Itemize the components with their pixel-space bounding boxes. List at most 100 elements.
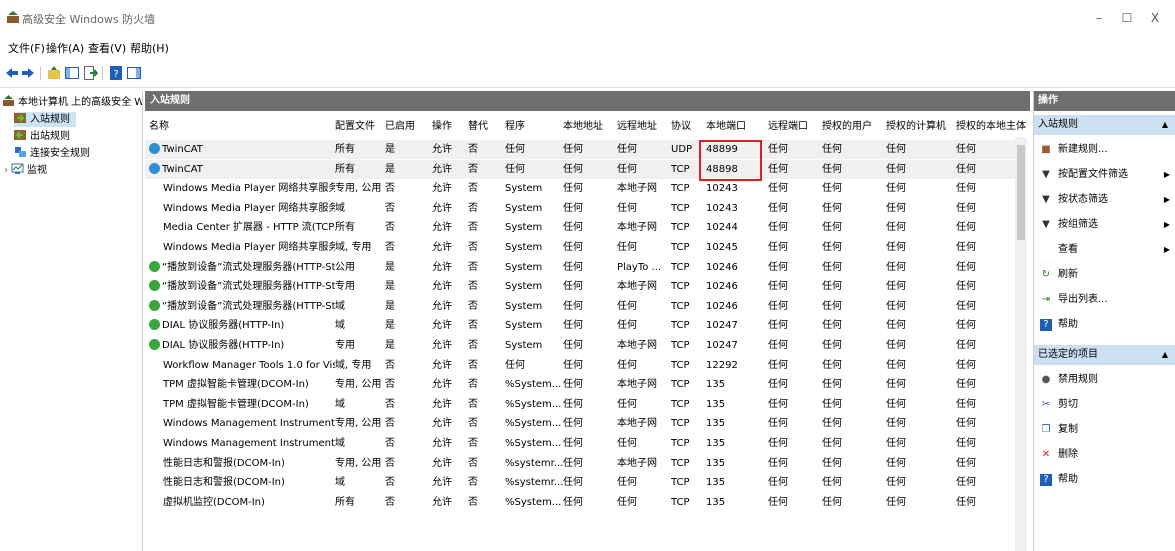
cell-computers: 任何	[886, 375, 906, 394]
cell-text: 任何	[617, 202, 637, 214]
col-local-port-header[interactable]: 本地端口	[706, 117, 746, 137]
tree-item-monitoring[interactable]: › 监视	[4, 163, 47, 178]
close-button[interactable]: X	[1140, 8, 1170, 28]
back-icon[interactable]	[4, 65, 20, 81]
actions-section-selected[interactable]: 已选定的项目 ▲	[1034, 345, 1175, 365]
col-local-address-header[interactable]: 本地地址	[563, 117, 603, 137]
col-program-header[interactable]: 程序	[505, 117, 525, 137]
cell-text: 任何	[822, 300, 842, 312]
table-row[interactable]: Windows Media Player 网络共享服务(... 域, 专用 否 允许 否…	[145, 238, 1020, 257]
expand-chevron-icon[interactable]: ›	[4, 165, 8, 176]
menu-help[interactable]: 帮助(H)	[130, 40, 169, 56]
forward-icon[interactable]	[20, 65, 36, 81]
action-item[interactable]: ▼ 按状态筛选 ▶	[1034, 190, 1175, 210]
export-list-icon[interactable]	[82, 65, 98, 81]
table-row[interactable]: DIAL 协议服务器(HTTP-In) 域 是 允许 否 System 任何 任何 TCP 102…	[145, 316, 1020, 335]
table-row[interactable]: “播放到设备”流式处理服务器(HTTP-Stre...公用 是 允许 否 System 任…	[145, 258, 1020, 277]
help-icon[interactable]: ?	[108, 65, 124, 81]
table-row[interactable]: “播放到设备”流式处理服务器(HTTP-Stre...专用 是 允许 否 System 任…	[145, 277, 1020, 296]
table-row[interactable]: TPM 虚拟智能卡管理(DCOM-In) 域否允许否 %System... 任何 任何 T…	[145, 395, 1020, 414]
action-item[interactable]: ✕ 删除	[1034, 445, 1175, 465]
cell-text: TCP	[671, 222, 690, 234]
table-row[interactable]: Windows Media Player 网络共享服务(... 域 否 允许 否 Syst…	[145, 199, 1020, 218]
cell-local: 任何	[563, 179, 583, 198]
table-row[interactable]: DIAL 协议服务器(HTTP-In) 专用 是 允许 否 System 任何 本地子网 TCP…	[145, 336, 1020, 355]
action-item[interactable]: ✂ 剪切	[1034, 395, 1175, 415]
col-profile-header[interactable]: 配置文件	[335, 117, 375, 137]
action-item[interactable]: 查看 ▶	[1034, 240, 1175, 260]
table-row[interactable]: TwinCAT 所有是允许否任何 任何 任何 UDP 48899 任何 任何 任何 任何	[145, 140, 1020, 159]
table-row[interactable]: Windows Media Player 网络共享服务(... 专用, 公用否允许…	[145, 179, 1020, 198]
col-protocol-header[interactable]: 协议	[671, 117, 691, 137]
tree-item-inbound-rules[interactable]: 入站规则	[14, 112, 76, 127]
tree-root[interactable]: 本地计算机 上的高级安全 Windows	[2, 95, 142, 110]
table-row[interactable]: 性能日志和警报(DCOM-In) 专用, 公用否允许否 %systemr... 任何本…	[145, 454, 1020, 473]
cell-remote: 任何	[617, 493, 637, 512]
actions-section-inbound[interactable]: 入站规则 ▲	[1034, 115, 1175, 135]
action-item[interactable]: ● 禁用规则	[1034, 370, 1175, 390]
cell-protocol: TCP	[671, 258, 690, 277]
action-item[interactable]: ▼ 按组筛选 ▶	[1034, 215, 1175, 235]
cell-principal: 任何	[956, 473, 976, 492]
col-remote-address-header[interactable]: 远程地址	[617, 117, 657, 137]
cell-remote: 任何	[617, 160, 637, 179]
up-folder-icon[interactable]	[46, 65, 62, 81]
action-item[interactable]: ↻ 刷新	[1034, 265, 1175, 285]
col-authorized-computers-header[interactable]: 授权的计算机	[886, 117, 946, 137]
col-enabled-header[interactable]: 已启用	[385, 117, 415, 137]
col-override-header[interactable]: 替代	[468, 117, 488, 137]
cell-text: 专用, 公用	[335, 457, 382, 469]
col-name-header[interactable]: 名称	[149, 117, 169, 137]
col-authorized-users-header[interactable]: 授权的用户	[822, 117, 872, 137]
tree-item-label: 监视	[27, 165, 47, 176]
action-item[interactable]: ⇥ 导出列表...	[1034, 290, 1175, 310]
maximize-button[interactable]: ☐	[1112, 8, 1142, 28]
cell-name: 性能日志和警报(DCOM-In)	[149, 454, 335, 473]
scrollbar-thumb[interactable]	[1017, 145, 1025, 240]
action-item[interactable]: ■ 新建规则...	[1034, 140, 1175, 160]
cell-text: System	[505, 202, 543, 214]
table-row[interactable]: 性能日志和警报(DCOM-In) 域否允许否 %systemr... 任何 任何 TCP 1…	[145, 473, 1020, 492]
cell-text: 任何	[822, 202, 842, 214]
menu-view[interactable]: 查看(V)	[88, 40, 126, 56]
cell-text: 本地子网	[617, 379, 657, 391]
cell-profile: 域	[335, 434, 345, 453]
cell-text: 否	[385, 438, 395, 449]
cell-text: 任何	[886, 320, 906, 332]
cell-program: System	[505, 179, 542, 198]
col-authorized-principals-header[interactable]: 授权的本地主体	[956, 117, 1026, 137]
col-action-header[interactable]: 操作	[432, 117, 452, 137]
menu-action[interactable]: 操作(A)	[46, 40, 84, 56]
table-row[interactable]: Windows Management Instrumentati...专用, 公…	[145, 414, 1020, 433]
table-row[interactable]: “播放到设备”流式处理服务器(HTTP-Stre...域 是 允许 否 System 任何…	[145, 297, 1020, 316]
cell-text: 是	[385, 340, 395, 351]
collapse-icon[interactable]: ▲	[1162, 115, 1168, 135]
tree-item-outbound-rules[interactable]: 出站规则	[14, 129, 70, 144]
col-remote-port-header[interactable]: 远程端口	[768, 117, 808, 137]
cell-text: 任何	[822, 222, 842, 234]
refresh-icon: ↻	[1041, 269, 1051, 280]
menu-file[interactable]: 文件(F)	[8, 40, 45, 56]
show-hide-tree-icon[interactable]	[64, 65, 80, 81]
firewall-app-icon	[7, 11, 19, 23]
cell-text: 否	[468, 359, 478, 371]
table-row[interactable]: TwinCAT 所有是允许否任何 任何 任何 TCP 48898 任何 任何 任何 任何	[145, 159, 1020, 179]
cell-computers: 任何	[886, 199, 906, 218]
cell-enabled: 是	[385, 297, 395, 316]
cell-text: %System...	[505, 418, 562, 430]
action-item[interactable]: ? 帮助	[1034, 470, 1175, 490]
cell-rport: 任何	[768, 140, 788, 159]
table-row[interactable]: TPM 虚拟智能卡管理(DCOM-In) 专用, 公用否允许否 %System...…	[145, 375, 1020, 394]
minimize-button[interactable]: –	[1084, 8, 1114, 28]
action-item[interactable]: ▼ 按配置文件筛选 ▶	[1034, 165, 1175, 185]
tree-item-connection-security[interactable]: 连接安全规则	[14, 146, 90, 161]
action-item[interactable]: ? 帮助	[1034, 315, 1175, 335]
table-row[interactable]: 虚拟机监控(DCOM-In) 所有否允许否 %System... 任何 任何 TCP 135…	[145, 493, 1020, 512]
cell-text: 任何	[822, 379, 842, 391]
action-item[interactable]: ❐ 复制	[1034, 420, 1175, 440]
collapse-icon[interactable]: ▲	[1162, 345, 1168, 365]
table-row[interactable]: Windows Management Instrumentati...域 否 允许 否…	[145, 434, 1020, 453]
table-row[interactable]: Workflow Manager Tools 1.0 for Vis... 域, …	[145, 356, 1020, 375]
show-hide-action-pane-icon[interactable]	[126, 65, 142, 81]
table-row[interactable]: Media Center 扩展器 - HTTP 流(TCP-In) 所有 否 允许 否 S…	[145, 218, 1020, 237]
